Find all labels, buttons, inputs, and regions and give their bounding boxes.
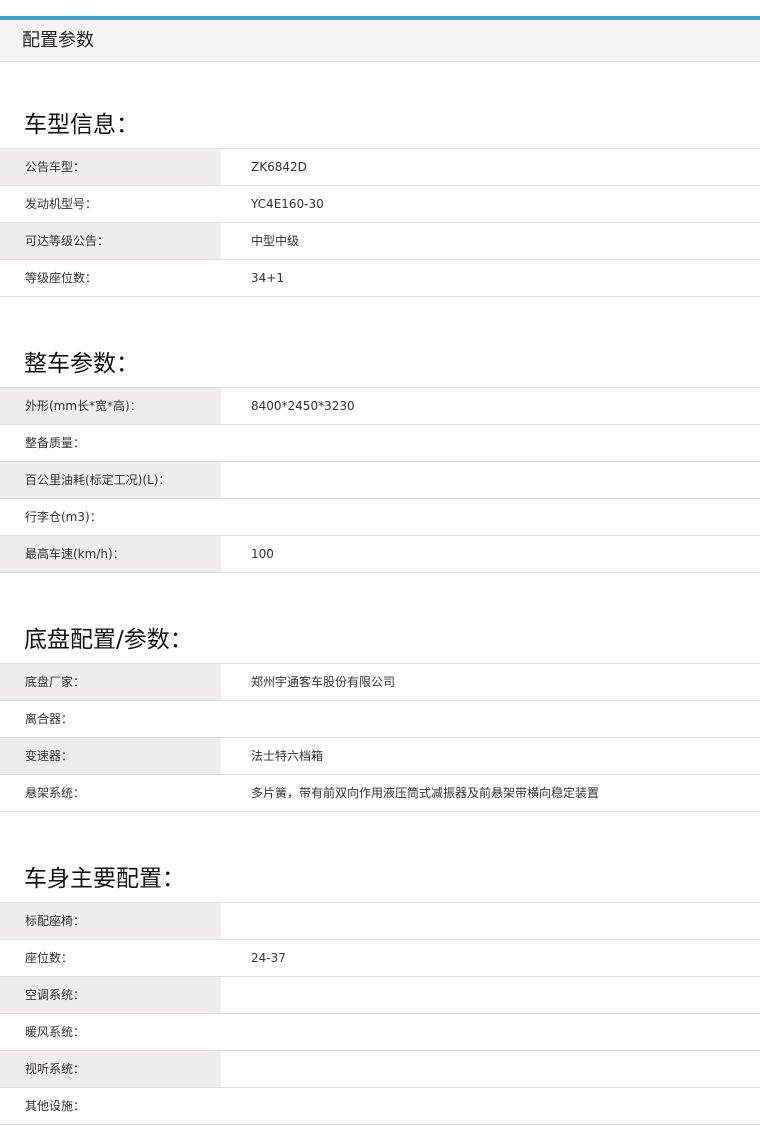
spec-table: 外形(mm长*宽*高)： 8400*2450*3230 整备质量： 百公里油耗(… <box>0 387 760 573</box>
spec-table: 底盘厂家： 郑州宇通客车股份有限公司 离合器： 变速器： 法士特六档箱 悬架系统… <box>0 663 760 812</box>
spec-label: 视听系统： <box>0 1051 221 1087</box>
spec-value <box>221 425 760 461</box>
spec-value <box>221 903 760 939</box>
spec-value <box>221 1014 760 1050</box>
spec-row: 可达等级公告： 中型中级 <box>0 223 760 260</box>
spec-value: 多片簧，带有前双向作用液压筒式减振器及前悬架带横向稳定装置 <box>251 786 600 800</box>
spec-row: 离合器： <box>0 701 760 738</box>
spec-value: ZK6842D <box>251 160 307 174</box>
spec-label: 座位数： <box>0 940 221 976</box>
panel-header: 配置参数 <box>0 20 760 62</box>
section-body-config: 车身主要配置： 标配座椅： 座位数： 24-37 空调系统： 暖风系统： 视听系… <box>0 864 760 1125</box>
spec-label: 百公里油耗(标定工况)(L)： <box>0 462 221 498</box>
spec-label: 公告车型： <box>0 149 221 185</box>
spec-value: 100 <box>251 547 274 561</box>
spec-label: 悬架系统： <box>0 775 221 811</box>
spec-row: 变速器： 法士特六档箱 <box>0 738 760 775</box>
spec-value <box>221 462 760 498</box>
section-vehicle-info: 车型信息： 公告车型： ZK6842D 发动机型号： YC4E160-30 可达… <box>0 110 760 297</box>
section-title: 底盘配置/参数： <box>24 627 193 653</box>
spec-value: 法士特六档箱 <box>251 749 324 763</box>
spec-label: 空调系统： <box>0 977 221 1013</box>
spec-label: 暖风系统： <box>0 1014 221 1050</box>
section-title: 整车参数： <box>24 351 139 377</box>
section-title: 车型信息： <box>24 112 139 138</box>
spec-row: 暖风系统： <box>0 1014 760 1051</box>
spec-label: 最高车速(km/h)： <box>0 536 221 572</box>
spec-label: 整备质量： <box>0 425 221 461</box>
spec-value <box>221 499 760 535</box>
spec-table: 公告车型： ZK6842D 发动机型号： YC4E160-30 可达等级公告： … <box>0 148 760 297</box>
spec-label: 底盘厂家： <box>0 664 221 700</box>
spec-value <box>221 977 760 1013</box>
spec-value <box>221 1051 760 1087</box>
section-title: 车身主要配置： <box>24 866 185 892</box>
spec-row: 底盘厂家： 郑州宇通客车股份有限公司 <box>0 664 760 701</box>
spec-label: 行李仓(m3)： <box>0 499 221 535</box>
spec-value: YC4E160-30 <box>251 197 324 211</box>
spec-value: 8400*2450*3230 <box>251 399 355 413</box>
spec-label: 可达等级公告： <box>0 223 221 259</box>
spec-label: 外形(mm长*宽*高)： <box>0 388 221 424</box>
spec-label: 等级座位数： <box>0 260 221 296</box>
spec-row: 等级座位数： 34+1 <box>0 260 760 297</box>
spec-label: 离合器： <box>0 701 221 737</box>
spec-row: 发动机型号： YC4E160-30 <box>0 186 760 223</box>
spec-row: 其他设施： <box>0 1088 760 1125</box>
spec-row: 视听系统： <box>0 1051 760 1088</box>
section-vehicle-params: 整车参数： 外形(mm长*宽*高)： 8400*2450*3230 整备质量： … <box>0 349 760 573</box>
spec-row: 行李仓(m3)： <box>0 499 760 536</box>
spec-row: 公告车型： ZK6842D <box>0 149 760 186</box>
page: 配置参数 车型信息： 公告车型： ZK6842D 发动机型号： YC4E160-… <box>0 0 760 1126</box>
panel-title: 配置参数 <box>22 30 94 51</box>
spec-row: 座位数： 24-37 <box>0 940 760 977</box>
spec-value: 中型中级 <box>251 234 300 248</box>
spec-value: 郑州宇通客车股份有限公司 <box>251 675 396 689</box>
section-chassis: 底盘配置/参数： 底盘厂家： 郑州宇通客车股份有限公司 离合器： 变速器： 法士… <box>0 625 760 812</box>
spec-row: 外形(mm长*宽*高)： 8400*2450*3230 <box>0 388 760 425</box>
spec-row: 最高车速(km/h)： 100 <box>0 536 760 573</box>
spec-row: 悬架系统： 多片簧，带有前双向作用液压筒式减振器及前悬架带横向稳定装置 <box>0 775 760 812</box>
spec-value: 24-37 <box>251 951 286 965</box>
spec-row: 百公里油耗(标定工况)(L)： <box>0 462 760 499</box>
spec-row: 整备质量： <box>0 425 760 462</box>
spec-value <box>221 701 760 737</box>
spec-label: 其他设施： <box>0 1088 221 1124</box>
spec-value <box>221 1088 760 1124</box>
spec-value: 34+1 <box>251 271 284 285</box>
spec-label: 发动机型号： <box>0 186 221 222</box>
spec-row: 标配座椅： <box>0 903 760 940</box>
spec-table: 标配座椅： 座位数： 24-37 空调系统： 暖风系统： 视听系统： 其他设施： <box>0 902 760 1125</box>
spec-label: 标配座椅： <box>0 903 221 939</box>
spec-row: 空调系统： <box>0 977 760 1014</box>
spec-label: 变速器： <box>0 738 221 774</box>
